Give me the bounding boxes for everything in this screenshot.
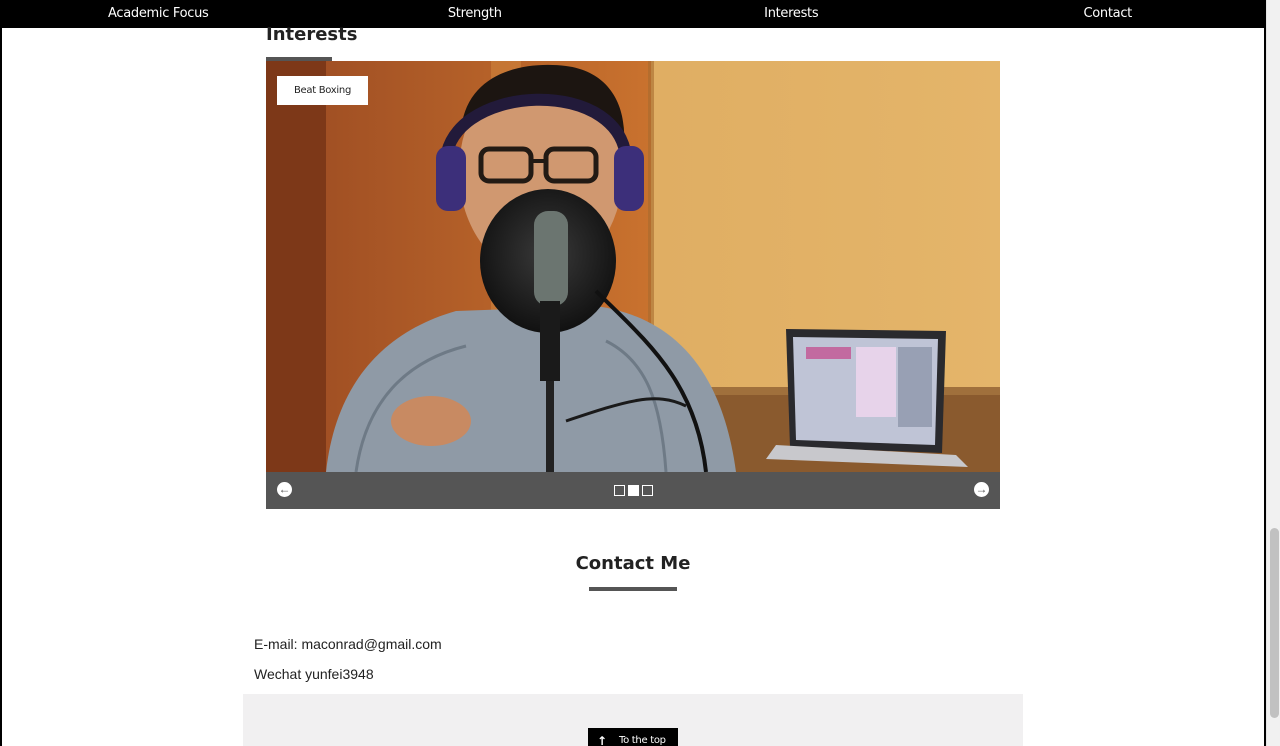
slide-photo: Beat Boxing (266, 61, 1000, 472)
page-scrollbar[interactable] (1266, 0, 1280, 746)
beatboxing-photo (266, 61, 1000, 472)
contact-title: Contact Me (575, 553, 691, 574)
slide-dot[interactable] (614, 485, 625, 496)
page-border-left (0, 0, 2, 746)
contact-email: E-mail: maconrad@gmail.com (254, 636, 442, 652)
footer: ↑ To the top (243, 694, 1023, 746)
to-top-button[interactable]: ↑ To the top (588, 728, 678, 746)
nav-item-strength[interactable]: Strength (317, 0, 634, 28)
slider-pagination (614, 485, 653, 496)
slider-controls: ← → (266, 472, 1000, 509)
arrow-right-icon[interactable]: → (974, 482, 989, 497)
contact-wechat: Wechat yunfei3948 (254, 666, 374, 682)
arrow-up-icon: ↑ (597, 734, 607, 746)
slide-dot-active[interactable] (628, 485, 639, 496)
slide-dot[interactable] (642, 485, 653, 496)
slide-caption: Beat Boxing (277, 76, 368, 105)
interests-title: Interests (266, 24, 358, 45)
nav-item-contact[interactable]: Contact (950, 0, 1267, 28)
nav-item-interests[interactable]: Interests (633, 0, 950, 28)
contact-title-underline (589, 587, 677, 591)
scrollbar-thumb[interactable] (1270, 528, 1279, 718)
arrow-left-icon[interactable]: ← (277, 482, 292, 497)
top-navigation: Academic Focus Strength Interests Contac… (0, 0, 1266, 28)
interests-slider: Beat Boxing ← → (266, 61, 1000, 509)
to-top-label: To the top (619, 735, 666, 746)
